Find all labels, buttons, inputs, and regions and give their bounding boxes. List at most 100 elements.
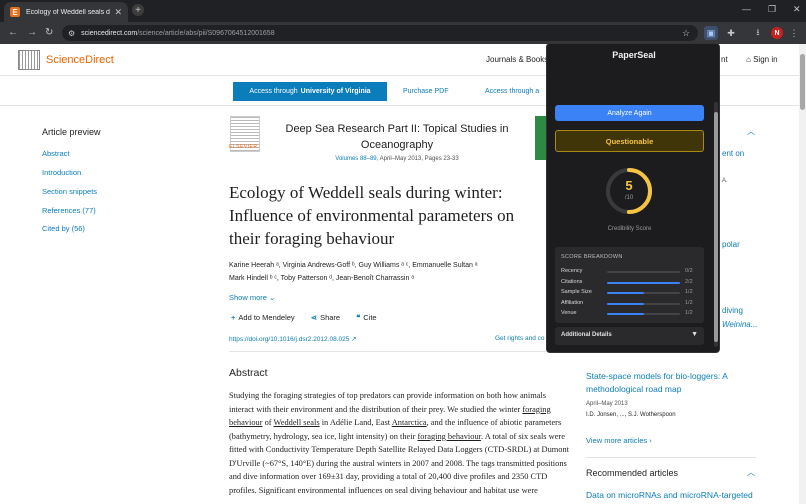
institution-name: University of Virginia	[300, 88, 371, 95]
close-window-icon[interactable]: ✕	[793, 4, 801, 15]
url-text: sciencedirect.com/science/article/abs/pi…	[81, 29, 275, 37]
related-fragment-4[interactable]: diving	[722, 306, 743, 315]
chevron-up-icon[interactable]: ︿	[747, 126, 755, 137]
sidebar-link-abstract[interactable]: Abstract	[42, 149, 70, 158]
elsevier-favicon-icon: E	[10, 7, 20, 17]
breakdown-value: 1/2	[685, 300, 693, 306]
access-through-institution-button[interactable]: Access through University of Virginia	[233, 82, 387, 101]
related-fragment-5[interactable]: Weinina...	[722, 320, 757, 329]
chevron-right-icon: ›	[649, 436, 652, 445]
reload-icon[interactable]: ↻	[45, 27, 53, 39]
term-link-foraging-behaviour-2[interactable]: foraging behaviour	[417, 432, 481, 441]
view-more-articles-link[interactable]: View more articles ›	[586, 436, 652, 445]
journal-title[interactable]: Deep Sea Research Part II: Topical Studi…	[272, 121, 522, 153]
volume-pages: , April–May 2013, Pages 23-33	[376, 156, 459, 162]
sidebar-link-cited-by[interactable]: Cited by (56)	[42, 224, 85, 233]
breakdown-bar-track	[607, 271, 680, 273]
journals-books-link[interactable]: Journals & Books	[486, 55, 548, 64]
plus-icon: +	[231, 313, 236, 322]
menu-kebab-icon[interactable]: ⋮	[787, 26, 801, 40]
sign-in-link[interactable]: ⌂ Sign in	[746, 55, 778, 64]
share-button[interactable]: ⋖ Share	[311, 313, 340, 322]
analyze-again-button[interactable]: Analyze Again	[555, 105, 704, 121]
verdict-badge: Questionable	[555, 130, 704, 152]
related-article-title[interactable]: State-space models for bio-loggers: A me…	[586, 370, 756, 396]
forward-icon[interactable]: →	[27, 27, 37, 39]
back-icon[interactable]: ←	[8, 27, 18, 39]
breakdown-bar-track	[607, 292, 680, 294]
popup-title: PaperSeal	[612, 50, 656, 60]
score-max: /10	[624, 195, 634, 201]
site-info-icon[interactable]: ⚙	[68, 29, 75, 38]
related-fragment-1[interactable]: ent on	[722, 149, 744, 158]
show-more-toggle[interactable]: Show more ⌄	[229, 293, 275, 302]
breakdown-label: Citations	[561, 279, 583, 285]
breakdown-value: 1/2	[685, 289, 693, 295]
doi-link[interactable]: https://doi.org/10.1016/j.dsr2.2012.08.0…	[229, 335, 357, 343]
breakdown-bar-fill	[607, 313, 644, 315]
score-breakdown-heading: SCORE BREAKDOWN	[561, 254, 623, 260]
rights-link[interactable]: Get rights and co	[495, 335, 545, 342]
paperseal-extension-icon[interactable]: ▣	[704, 26, 718, 40]
browser-tab[interactable]: E Ecology of Weddell seals during ✕	[4, 2, 128, 22]
elsevier-wordmark: ELSEVIER	[229, 144, 258, 150]
new-tab-button[interactable]: +	[132, 4, 144, 16]
author-line-2[interactable]: Mark Hindell ᵇ ᶜ, Toby Patterson ᵈ, Jean…	[229, 272, 559, 285]
abstract-text-3: in Adélie Land, East	[319, 418, 392, 427]
breakdown-value: 0/2	[685, 268, 693, 274]
breakdown-bar-fill	[607, 303, 644, 305]
popup-scrollbar[interactable]	[714, 102, 718, 347]
purchase-pdf-link[interactable]: Purchase PDF	[403, 88, 449, 95]
view-more-label: View more articles	[586, 436, 648, 445]
page-scrollbar[interactable]	[799, 44, 806, 504]
term-link-antarctica[interactable]: Antarctica	[392, 418, 427, 427]
additional-details-toggle[interactable]: Additional Details ▼	[555, 327, 704, 345]
author-line-1[interactable]: Karine Heerah ᵃ, Virginia Andrews-Goff ᵇ…	[229, 259, 559, 272]
volume-link[interactable]: Volumes 88–89	[335, 156, 376, 162]
address-bar[interactable]: ⚙ sciencedirect.com/science/article/abs/…	[62, 25, 698, 41]
sidebar-link-section-snippets[interactable]: Section snippets	[42, 187, 97, 196]
term-link-weddell-seals[interactable]: Weddell seals	[274, 418, 320, 427]
abstract-text-2: of	[262, 418, 274, 427]
bookmark-star-icon[interactable]: ☆	[679, 26, 693, 40]
close-tab-icon[interactable]: ✕	[114, 7, 122, 18]
sidebar-link-references[interactable]: References (77)	[42, 206, 96, 215]
account-link-fragment[interactable]: nt	[721, 55, 728, 64]
divider	[586, 457, 756, 458]
download-icon[interactable]: ⭳	[751, 26, 765, 40]
show-more-label: Show more	[229, 293, 267, 302]
breakdown-value: 2/2	[685, 279, 693, 285]
recommended-article-title[interactable]: Data on microRNAs and microRNA-targeted	[586, 490, 753, 500]
abstract-text-1: Studying the foraging strategies of top …	[229, 391, 547, 414]
other-access-link[interactable]: Access through a	[485, 88, 539, 95]
related-fragment-3[interactable]: polar	[722, 240, 740, 249]
article-actions: + Add to Mendeley ⋖ Share ❝ Cite	[231, 313, 391, 322]
breakdown-label: Venue	[561, 310, 577, 316]
chevron-down-icon: ⌄	[269, 293, 276, 302]
extensions-icon[interactable]: ✚	[724, 26, 738, 40]
page-scrollbar-thumb[interactable]	[800, 54, 805, 110]
chevron-up-icon[interactable]: ︿	[747, 467, 755, 478]
sidebar-link-introduction[interactable]: Introduction	[42, 168, 81, 177]
abstract-heading: Abstract	[229, 367, 268, 379]
tab-strip: E Ecology of Weddell seals during ✕ + — …	[0, 0, 806, 22]
cite-button[interactable]: ❝ Cite	[356, 313, 376, 322]
profile-avatar[interactable]: N	[771, 27, 783, 39]
share-label: Share	[320, 313, 341, 322]
add-to-mendeley-button[interactable]: + Add to Mendeley	[231, 313, 295, 322]
sciencedirect-logo[interactable]: ScienceDirect	[46, 54, 114, 66]
additional-details-label: Additional Details	[561, 332, 612, 338]
abstract-body: Studying the foraging strategies of top …	[229, 389, 569, 504]
share-icon: ⋖	[310, 313, 318, 322]
author-list: Karine Heerah ᵃ, Virginia Andrews-Goff ᵇ…	[229, 259, 559, 285]
popup-scrollbar-thumb[interactable]	[714, 112, 718, 342]
maximize-icon[interactable]: ❐	[768, 4, 776, 15]
recommended-articles-heading: Recommended articles	[586, 468, 679, 478]
breakdown-row-citations: Citations 2/2	[561, 279, 698, 287]
minimize-icon[interactable]: —	[742, 4, 751, 14]
cite-label: Cite	[363, 313, 377, 322]
article-title: Ecology of Weddell seals during winter: …	[229, 183, 515, 248]
score-value: 5	[625, 178, 633, 193]
breakdown-value: 1/2	[685, 310, 693, 316]
sign-in-label: Sign in	[753, 55, 778, 64]
